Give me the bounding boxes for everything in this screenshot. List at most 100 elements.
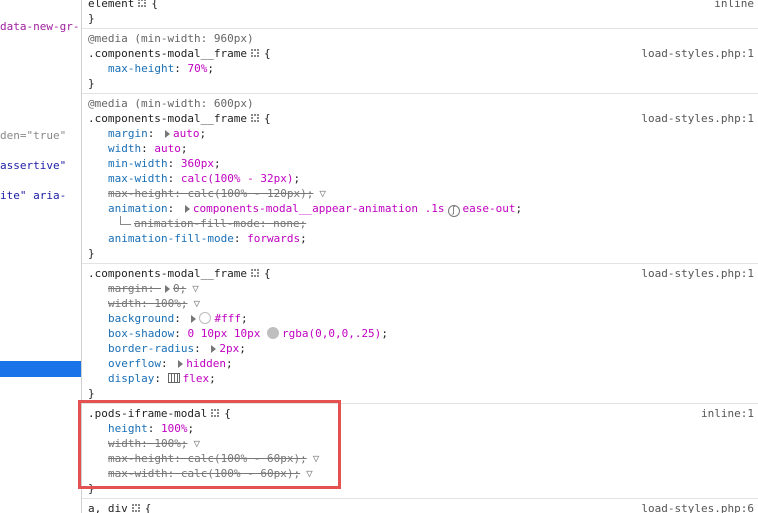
property-name[interactable]: margin [108,282,148,295]
css-declaration[interactable]: min-width: 360px; [88,156,758,171]
property-name[interactable]: border-radius [108,342,194,355]
expand-triangle-icon[interactable] [184,205,190,213]
colon: : [174,187,188,200]
property-value[interactable]: auto [173,127,200,140]
dom-tree-line[interactable]: data-new-gr- [0,19,79,34]
selected-node-row[interactable] [0,361,81,377]
css-declaration[interactable]: background: #fff; [88,311,758,326]
property-value[interactable]: calc(100% - 32px) [181,172,294,185]
css-declaration[interactable]: width: auto; [88,141,758,156]
property-value-extra[interactable]: ease-out [463,202,516,215]
open-brace: { [263,112,271,125]
expand-triangle-icon[interactable] [178,360,184,368]
dom-tree-line[interactable]: assertive" [0,158,66,173]
rule-options-icon[interactable] [250,269,260,278]
semicolon: ; [293,172,301,185]
property-value[interactable]: flex [183,372,210,385]
expand-triangle-icon[interactable] [211,345,217,353]
property-value[interactable]: calc(100% - 120px) [187,187,306,200]
rule-source-link[interactable]: inline:1 [701,406,754,421]
rule-selector[interactable]: .components-modal__frame [88,112,247,125]
property-name[interactable]: animation-fill-mode [134,217,260,230]
css-declaration[interactable]: box-shadow: 0 10px 10px rgba(0,0,0,.25); [88,326,758,341]
expand-triangle-icon[interactable] [165,130,170,138]
css-declaration[interactable]: border-radius: 2px; [88,341,758,356]
media-query: @media (min-width: 960px) [88,32,254,45]
property-value[interactable]: components-modal__appear-animation .1s [193,202,445,215]
property-name[interactable]: max-height [108,62,174,75]
property-value[interactable]: 0 10px 10px [187,327,260,340]
rule-selector[interactable]: a, div [88,502,128,513]
property-name[interactable]: width [108,142,141,155]
color-swatch[interactable] [266,327,279,339]
property-name[interactable]: max-width [108,172,168,185]
color-swatch[interactable] [199,312,212,324]
css-declaration[interactable]: display: flex; [88,371,758,386]
rule-selector-line: .components-modal__frame { load-styles.php… [88,111,758,126]
expand-triangle-icon[interactable] [165,285,170,293]
property-name[interactable]: display [108,372,154,385]
property-value[interactable]: hidden [186,357,226,370]
declaration-text: max-height: 70%; [108,62,214,75]
property-value[interactable]: 100% [154,297,181,310]
property-value[interactable]: 2px [219,342,239,355]
property-value[interactable]: 360px [181,157,214,170]
css-declaration[interactable]: max-width: calc(100% - 32px); [88,171,758,186]
style-rule: @media (min-width: 600px) .components-mod… [82,94,758,264]
rule-source-link[interactable]: inline [714,0,754,11]
expand-triangle-icon[interactable] [191,315,197,323]
property-name[interactable]: max-height [108,187,174,200]
rule-source-link[interactable]: load-styles.php:6 [641,501,754,513]
semicolon: ; [209,372,216,385]
property-name[interactable]: box-shadow [108,327,174,340]
css-declaration[interactable]: animation-fill-mode: none; [88,216,758,231]
property-name[interactable]: background [108,312,174,325]
colon: : [147,127,161,140]
property-name[interactable]: width [108,297,141,310]
property-name[interactable]: animation [108,202,168,215]
css-declaration[interactable]: margin: auto; [88,126,758,141]
declaration-text: animation-fill-mode: forwards; [108,232,307,245]
css-declaration[interactable]: max-height: 70%; [88,61,758,76]
rule-selector[interactable]: .components-modal__frame [88,47,247,60]
dom-tree-line[interactable]: ite" aria- [0,188,66,203]
property-value-extra[interactable]: rgba(0,0,0,.25) [282,327,381,340]
flexbox-editor-icon[interactable] [167,373,180,383]
rule-options-icon[interactable] [131,504,141,513]
semicolon: ; [180,297,188,310]
property-value[interactable]: auto [154,142,181,155]
property-value[interactable]: none [273,217,300,230]
close-brace-line: } [88,76,758,91]
rule-selector-line: .components-modal__frame {load-styles.php… [88,46,758,61]
property-name[interactable]: min-width [108,157,168,170]
property-value[interactable]: 0 [173,282,180,295]
subproperty-connector [120,216,131,225]
property-value[interactable]: 70% [187,62,207,75]
css-declaration[interactable]: margin: 0; ▽ [88,281,758,296]
rule-options-icon[interactable] [250,114,260,123]
semicolon: ; [207,62,214,75]
css-declaration[interactable]: animation: components-modal__appear-anim… [88,201,758,217]
filter-icon[interactable]: ▽ [192,281,199,296]
dom-tree-line[interactable]: den="true" [0,128,66,143]
css-declaration[interactable]: width: 100%; ▽ [88,296,758,311]
rule-options-icon[interactable] [138,0,148,8]
colon: : [174,62,188,75]
filter-icon[interactable]: ▽ [194,296,201,311]
rule-source-link[interactable]: load-styles.php:1 [641,46,754,61]
filter-icon[interactable]: ▽ [319,186,326,201]
rule-source-link[interactable]: load-styles.php:1 [641,266,754,281]
property-name[interactable]: margin [108,127,148,140]
css-declaration[interactable]: overflow: hidden; [88,356,758,371]
property-name[interactable]: animation-fill-mode [108,232,234,245]
rule-source-link[interactable]: load-styles.php:1 [641,111,754,126]
rule-options-icon[interactable] [250,49,260,58]
rule-selector[interactable]: .components-modal__frame [88,267,247,280]
colon: : [167,157,181,170]
css-declaration[interactable]: animation-fill-mode: forwards; [88,231,758,246]
property-value[interactable]: #fff [214,312,241,325]
property-value[interactable]: forwards [247,232,300,245]
property-name[interactable]: overflow [108,357,161,370]
rule-selector[interactable]: element [88,0,134,10]
css-declaration[interactable]: max-height: calc(100% - 120px); ▽ [88,186,758,201]
